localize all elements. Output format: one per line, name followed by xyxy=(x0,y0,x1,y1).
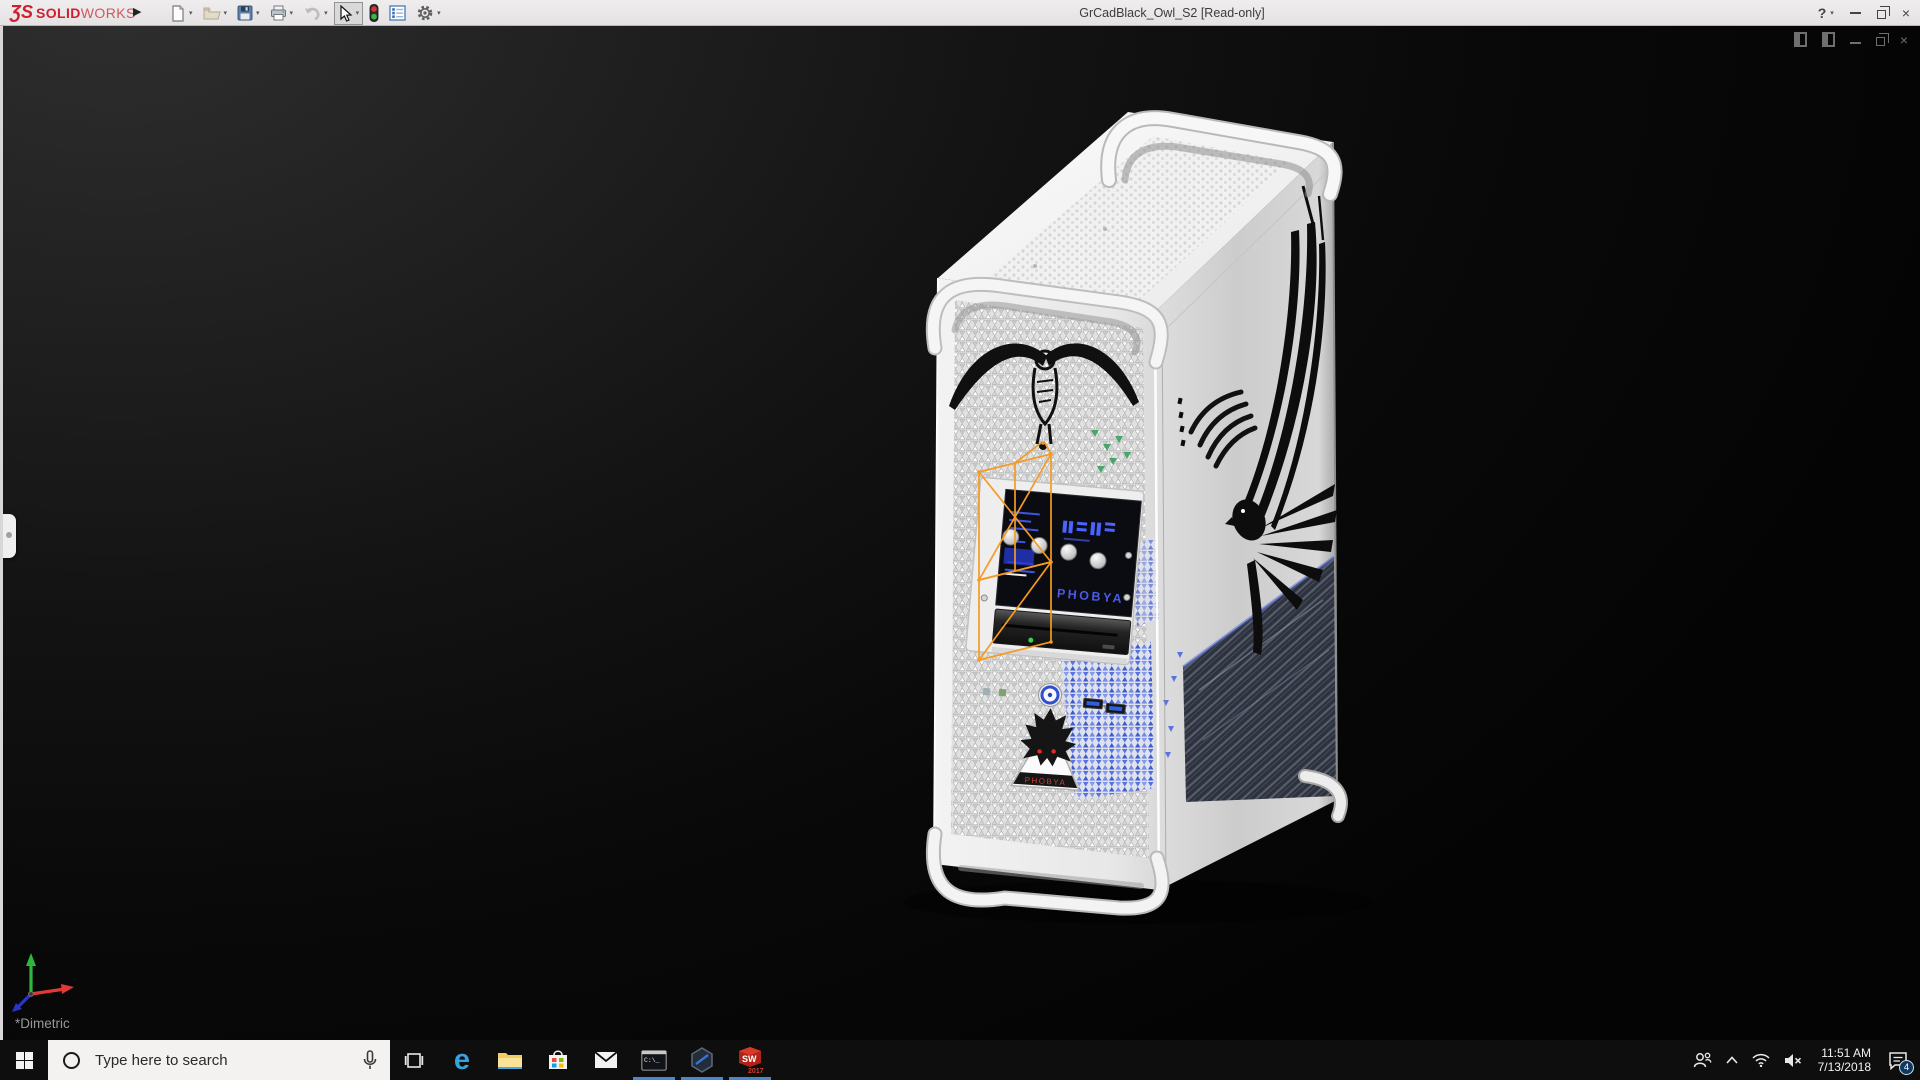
task-view-button[interactable] xyxy=(390,1040,438,1080)
pc-case-model[interactable]: PHOBYA xyxy=(903,112,1373,924)
undo-icon xyxy=(303,6,321,21)
titlebar: ƷS SOLID WORKS ▶ ▾ ▾ xyxy=(0,0,1920,26)
notification-badge: 4 xyxy=(1899,1060,1914,1075)
edge-icon: e xyxy=(454,1046,470,1075)
help-button[interactable]: ? xyxy=(1818,5,1827,21)
command-prompt-icon: C:\_ xyxy=(641,1050,667,1071)
model-canvas[interactable]: PHOBYA xyxy=(3,26,1920,1040)
undo-button[interactable]: ▾ xyxy=(299,3,332,24)
file-explorer-icon xyxy=(497,1050,523,1071)
restore-button[interactable] xyxy=(1877,10,1886,19)
print-icon xyxy=(270,5,287,21)
new-document-button[interactable]: ▾ xyxy=(166,2,197,25)
collapsed-panel-tab[interactable] xyxy=(3,514,16,558)
clock-date: 7/13/2018 xyxy=(1818,1060,1871,1074)
traffic-light-icon xyxy=(369,4,379,22)
mail-icon xyxy=(594,1051,618,1069)
display-states-button[interactable] xyxy=(365,1,383,25)
doc-restore-button[interactable] xyxy=(1876,37,1885,46)
new-document-icon xyxy=(170,5,186,22)
microsoft-store-icon xyxy=(547,1049,569,1071)
window-title: GrCadBlack_Owl_S2 [Read-only] xyxy=(1079,6,1265,20)
select-cursor-icon xyxy=(338,5,353,22)
desktop: ƷS SOLID WORKS ▶ ▾ ▾ xyxy=(0,0,1920,1080)
taskbar-mail[interactable] xyxy=(582,1040,630,1080)
system-tray: 11:51 AM 7/13/2018 4 xyxy=(1686,1040,1920,1080)
hidden-icons-button[interactable] xyxy=(1719,1040,1745,1080)
taskbar-store[interactable] xyxy=(534,1040,582,1080)
cortana-icon xyxy=(63,1052,80,1069)
cmd-glyph: C:\_ xyxy=(644,1057,660,1064)
taskbar-solidworks[interactable]: SW 2017 xyxy=(726,1040,774,1080)
solidworks-logo-icon: ƷS xyxy=(10,2,33,23)
save-button[interactable]: ▾ xyxy=(233,2,264,24)
taskbar: Type here to search e xyxy=(0,1040,1920,1080)
taskbar-edge[interactable]: e xyxy=(438,1040,486,1080)
people-icon xyxy=(1693,1052,1712,1068)
viewer-3d-icon xyxy=(690,1047,714,1073)
windows-logo-icon xyxy=(16,1052,33,1069)
doc-minimize-button[interactable] xyxy=(1850,42,1861,44)
search-input[interactable]: Type here to search xyxy=(48,1040,390,1080)
document-window-controls: × xyxy=(1794,32,1908,47)
clock-time: 11:51 AM xyxy=(1818,1046,1871,1060)
options-button[interactable]: ▾ xyxy=(412,1,445,25)
view-orientation-label: *Dimetric xyxy=(15,1016,70,1031)
graphics-viewport[interactable]: × xyxy=(0,26,1920,1040)
select-button[interactable]: ▾ xyxy=(334,2,364,25)
feature-pane-icon[interactable] xyxy=(1794,32,1807,47)
x-axis-arrow xyxy=(61,984,74,994)
taskbar-3d-viewer[interactable] xyxy=(678,1040,726,1080)
microphone-icon[interactable] xyxy=(363,1050,377,1070)
properties-button[interactable] xyxy=(385,2,410,24)
reference-triad xyxy=(11,948,81,1018)
fan-controller: PHOBYA xyxy=(966,477,1145,665)
clock[interactable]: 11:51 AM 7/13/2018 xyxy=(1809,1040,1880,1080)
properties-list-icon xyxy=(389,5,406,21)
search-placeholder: Type here to search xyxy=(95,1052,363,1069)
gear-icon xyxy=(416,4,434,22)
doc-close-button[interactable]: × xyxy=(1900,33,1908,47)
minimize-button[interactable] xyxy=(1850,12,1861,14)
action-center-button[interactable]: 4 xyxy=(1880,1040,1920,1080)
task-view-icon xyxy=(404,1052,424,1069)
sw-label: SW xyxy=(742,1054,757,1064)
volume-muted-icon xyxy=(1784,1053,1802,1068)
volume-button[interactable] xyxy=(1777,1040,1809,1080)
solidworks-logo: ƷS SOLID WORKS xyxy=(10,2,136,23)
menu-flyout-arrow[interactable]: ▶ xyxy=(133,5,141,18)
save-floppy-icon xyxy=(237,5,253,21)
people-button[interactable] xyxy=(1686,1040,1719,1080)
taskbar-apps: e xyxy=(390,1040,774,1080)
chevron-up-icon xyxy=(1726,1056,1738,1064)
solidworks-icon: SW 2017 xyxy=(735,1045,765,1075)
taskbar-file-explorer[interactable] xyxy=(486,1040,534,1080)
window-controls: ? ▾ × xyxy=(1818,0,1910,26)
start-button[interactable] xyxy=(0,1040,48,1080)
open-button[interactable]: ▾ xyxy=(199,3,232,24)
network-button[interactable] xyxy=(1745,1040,1777,1080)
help-dropdown[interactable]: ▾ xyxy=(1830,9,1834,17)
print-button[interactable]: ▾ xyxy=(266,2,298,24)
taskbar-command-prompt[interactable]: C:\_ xyxy=(630,1040,678,1080)
close-button[interactable]: × xyxy=(1902,6,1910,20)
open-folder-icon xyxy=(203,6,221,21)
y-axis-arrow xyxy=(26,953,36,966)
wifi-icon xyxy=(1752,1053,1770,1067)
display-pane-icon[interactable] xyxy=(1822,32,1835,47)
sw-year: 2017 xyxy=(748,1068,764,1075)
quick-access-toolbar: ▾ ▾ ▾ xyxy=(166,0,447,26)
